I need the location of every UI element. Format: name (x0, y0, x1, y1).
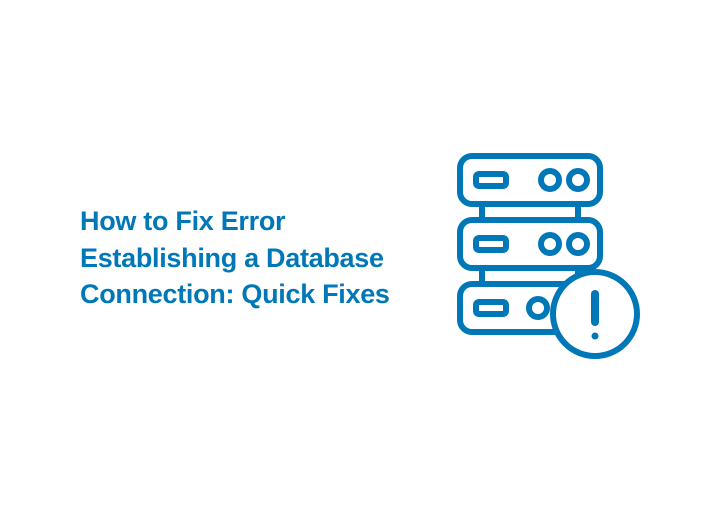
page-title: How to Fix Error Establishing a Database… (80, 203, 400, 312)
content-row: How to Fix Error Establishing a Database… (80, 146, 650, 371)
server-error-icon (440, 146, 640, 371)
